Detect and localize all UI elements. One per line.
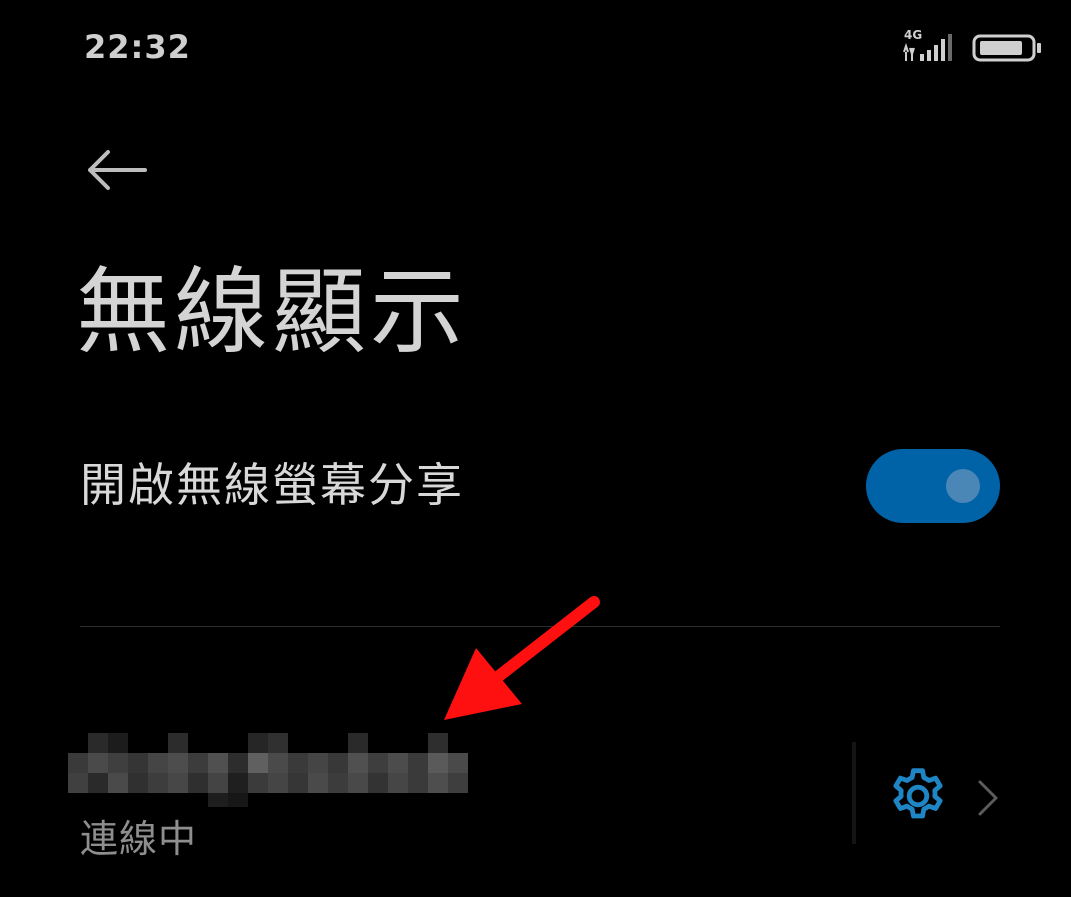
gear-icon	[893, 768, 943, 819]
divider	[80, 626, 1000, 627]
toggle-knob	[946, 469, 980, 503]
status-time: 22:32	[84, 28, 191, 66]
battery-icon	[972, 34, 1041, 62]
device-name-redacted[interactable]	[68, 733, 470, 807]
wireless-share-toggle[interactable]	[866, 449, 1000, 523]
network-type-label: 4G	[904, 28, 923, 42]
device-status: 連線中	[80, 817, 198, 861]
vertical-divider	[852, 742, 856, 844]
back-arrow-icon	[88, 150, 147, 190]
page-title: 無線顯示	[76, 258, 469, 367]
wireless-share-setting-row[interactable]: 開啟無線螢幕分享	[80, 440, 1000, 532]
device-list-item[interactable]: 連線中	[0, 730, 1071, 861]
device-settings-button[interactable]	[886, 764, 950, 828]
chevron-right-icon	[978, 780, 998, 816]
device-detail-button[interactable]	[972, 774, 1004, 822]
status-icons: 4G	[896, 26, 1046, 66]
wireless-share-label: 開啟無線螢幕分享	[80, 458, 464, 512]
back-button[interactable]	[80, 140, 152, 200]
